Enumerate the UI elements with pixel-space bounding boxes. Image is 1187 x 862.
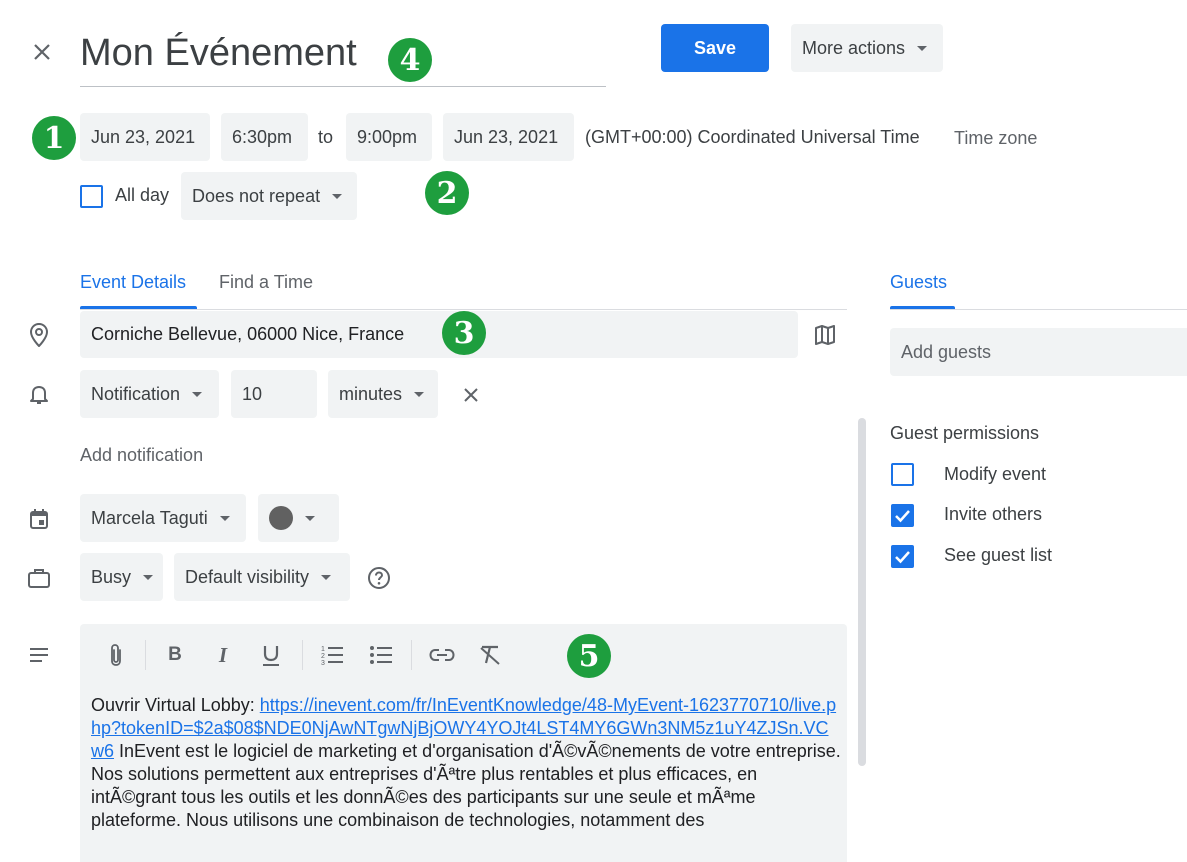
location-input[interactable]: Corniche Bellevue, 06000 Nice, France [80, 311, 798, 358]
visibility-dropdown[interactable]: Default visibility [174, 553, 350, 601]
chevron-down-icon [143, 574, 154, 580]
start-date-button[interactable]: Jun 23, 2021 [80, 113, 210, 161]
map-icon[interactable] [812, 322, 838, 348]
chevron-down-icon [305, 515, 315, 521]
notification-type-value: Notification [91, 383, 181, 404]
tab-find-a-time[interactable]: Find a Time [219, 272, 313, 293]
calendar-owner-value: Marcela Taguti [91, 507, 208, 528]
chevron-down-icon [917, 45, 928, 51]
event-color-swatch [269, 506, 293, 530]
toolbar-divider [302, 640, 303, 670]
description-icon [26, 642, 52, 668]
description-text[interactable]: Ouvrir Virtual Lobby: https://inevent.co… [91, 694, 841, 832]
event-color-dropdown[interactable] [258, 494, 339, 542]
more-actions-button[interactable]: More actions [791, 24, 943, 72]
repeat-value: Does not repeat [192, 185, 321, 206]
tab-guests[interactable]: Guests [890, 272, 947, 293]
annotation-badge-4: 4 [388, 38, 432, 82]
annotation-badge-3: 3 [442, 311, 486, 355]
close-icon[interactable] [28, 38, 56, 66]
chevron-down-icon [219, 515, 230, 521]
annotation-badge-2: 2 [425, 171, 469, 215]
timezone-button[interactable]: Time zone [954, 128, 1037, 149]
see-guest-list-label: See guest list [944, 545, 1053, 565]
remove-notification-icon[interactable] [458, 382, 484, 408]
all-day-label: All day [115, 185, 170, 205]
add-notification-link[interactable]: Add notification [80, 445, 203, 466]
end-date-button[interactable]: Jun 23, 2021 [443, 113, 574, 161]
timezone-text: (GMT+00:00) Coordinated Universal Time [585, 127, 920, 147]
guest-permissions-title: Guest permissions [890, 423, 1040, 443]
guests-divider [890, 309, 1187, 310]
end-time-button[interactable]: 9:00pm [346, 113, 432, 161]
add-guests-input[interactable]: Add guests [890, 328, 1187, 376]
save-button[interactable]: Save [661, 24, 769, 72]
underline-icon[interactable] [259, 642, 283, 668]
notification-type-dropdown[interactable]: Notification [80, 370, 219, 418]
numbered-list-icon[interactable]: 123 [319, 642, 345, 668]
description-prefix: Ouvrir Virtual Lobby: [91, 695, 260, 715]
busy-status-value: Busy [91, 566, 132, 587]
clear-formatting-icon[interactable] [477, 642, 503, 668]
svg-text:2: 2 [321, 653, 325, 660]
attachment-icon[interactable] [104, 642, 128, 668]
annotation-badge-5: 5 [567, 634, 611, 678]
invite-others-label: Invite others [944, 504, 1043, 524]
toolbar-divider [411, 640, 412, 670]
visibility-value: Default visibility [185, 566, 310, 587]
notification-unit-dropdown[interactable]: minutes [328, 370, 438, 418]
tab-event-details[interactable]: Event Details [80, 272, 186, 293]
calendar-icon [26, 506, 52, 532]
bell-icon [26, 382, 52, 408]
italic-icon[interactable]: I [211, 642, 235, 668]
start-time-button[interactable]: 6:30pm [221, 113, 308, 161]
tabs-divider [80, 309, 847, 310]
chevron-down-icon [192, 391, 203, 397]
svg-text:3: 3 [321, 660, 325, 666]
bulleted-list-icon[interactable] [368, 642, 394, 668]
repeat-dropdown[interactable]: Does not repeat [181, 172, 357, 220]
all-day-checkbox[interactable] [80, 185, 103, 208]
help-icon[interactable] [366, 565, 392, 591]
modify-event-checkbox[interactable] [891, 463, 914, 486]
chevron-down-icon [414, 391, 425, 397]
scrollbar-thumb[interactable] [858, 418, 866, 766]
toolbar-divider [145, 640, 146, 670]
check-icon [895, 510, 910, 523]
event-title-input[interactable]: Mon Événement [80, 30, 606, 87]
chevron-down-icon [332, 193, 343, 199]
briefcase-icon [26, 565, 52, 591]
notification-unit-value: minutes [339, 383, 403, 404]
bold-icon[interactable]: B [163, 642, 187, 668]
link-icon[interactable] [429, 642, 455, 668]
annotation-badge-1: 1 [32, 116, 76, 160]
see-guest-list-checkbox[interactable] [891, 545, 914, 568]
to-label: to [318, 127, 334, 147]
invite-others-checkbox[interactable] [891, 504, 914, 527]
chevron-down-icon [321, 574, 332, 580]
modify-event-label: Modify event [944, 464, 1047, 484]
check-icon [895, 551, 910, 564]
more-actions-label: More actions [802, 37, 906, 58]
svg-text:1: 1 [321, 646, 325, 653]
location-pin-icon [26, 322, 52, 348]
notification-value-input[interactable]: 10 [231, 370, 317, 418]
busy-status-dropdown[interactable]: Busy [80, 553, 163, 601]
description-body: InEvent est le logiciel de marketing et … [91, 741, 841, 830]
calendar-owner-dropdown[interactable]: Marcela Taguti [80, 494, 246, 542]
